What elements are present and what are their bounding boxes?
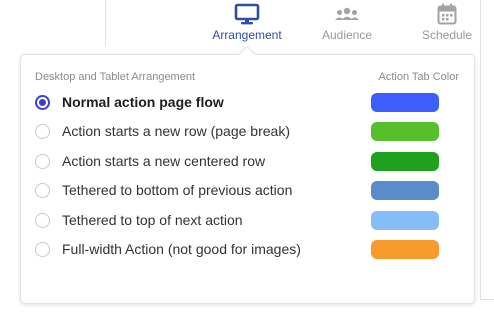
divider	[105, 0, 106, 46]
calendar-icon	[437, 0, 457, 28]
option-full-width[interactable]: Full-width Action (not good for images)	[35, 238, 465, 260]
tab-arrangement[interactable]: Arrangement	[205, 0, 289, 46]
radio-button[interactable]	[35, 241, 50, 257]
monitor-icon	[234, 0, 260, 28]
section-title: Desktop and Tablet Arrangement	[35, 71, 196, 83]
color-swatch-steel-blue[interactable]	[371, 181, 439, 200]
radio-button[interactable]	[35, 94, 50, 110]
option-label: Action starts a new centered row	[62, 153, 266, 169]
radio-button[interactable]	[35, 212, 50, 228]
color-swatch-orange[interactable]	[371, 240, 439, 259]
color-swatch-green[interactable]	[371, 122, 439, 141]
option-label: Tethered to bottom of previous action	[62, 182, 293, 198]
divider	[480, 0, 481, 300]
option-label: Action starts a new row (page break)	[62, 123, 290, 139]
tab-label: Audience	[321, 28, 373, 42]
option-new-row[interactable]: Action starts a new row (page break)	[35, 120, 465, 142]
color-column-header: Action Tab Color	[378, 71, 459, 83]
option-tether-top[interactable]: Tethered to top of next action	[35, 209, 465, 231]
tab-label: Schedule	[421, 28, 473, 42]
tab-schedule[interactable]: Schedule	[414, 0, 480, 46]
arrangement-popover: Desktop and Tablet Arrangement Action Ta…	[20, 54, 475, 304]
color-swatch-blue[interactable]	[371, 93, 439, 112]
radio-button[interactable]	[35, 123, 50, 139]
page: Arrangement Audience Schedule Desktop an…	[0, 0, 494, 316]
option-centered-row[interactable]: Action starts a new centered row	[35, 150, 465, 172]
radio-button[interactable]	[35, 153, 50, 169]
option-label: Full-width Action (not good for images)	[62, 241, 301, 257]
color-swatch-light-blue[interactable]	[371, 211, 439, 230]
tab-label: Arrangement	[212, 28, 282, 42]
radio-button[interactable]	[35, 182, 50, 198]
option-normal-flow[interactable]: Normal action page flow	[35, 91, 465, 113]
divider	[480, 299, 494, 300]
option-label: Normal action page flow	[62, 94, 224, 110]
color-swatch-dark-green[interactable]	[371, 152, 439, 171]
option-label: Tethered to top of next action	[62, 212, 243, 228]
group-icon	[334, 0, 360, 28]
option-tether-bottom[interactable]: Tethered to bottom of previous action	[35, 179, 465, 201]
tab-audience[interactable]: Audience	[314, 0, 380, 46]
